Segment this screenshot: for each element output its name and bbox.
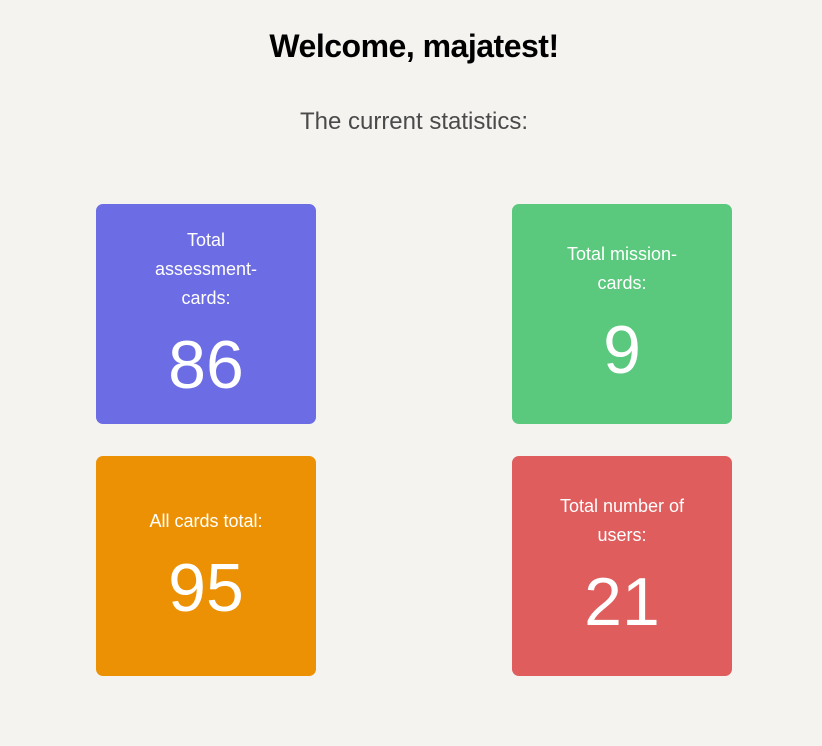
stat-card-assessment-cards: Total assessment-cards: 86 [96,204,316,424]
stat-card-value: 86 [168,326,244,403]
statistics-subtitle: The current statistics: [299,108,529,135]
stat-card-value: 9 [603,312,641,388]
stat-card-value: 21 [584,564,660,640]
welcome-heading: Welcome, majatest! [269,28,559,64]
stat-card-all-cards: All cards total: 95 [96,456,316,676]
stat-card-mission-cards: Total mission-cards: 9 [512,204,732,424]
stat-card-label: Total mission-cards: [566,244,678,293]
stat-card-label: All cards total: [149,510,263,531]
stat-card-users: Total number of users: 21 [512,456,732,676]
stat-card-label: Total number of users: [559,496,685,545]
stat-card-value: 95 [168,549,244,626]
stat-card-label: Total assessment-cards: [154,229,258,308]
